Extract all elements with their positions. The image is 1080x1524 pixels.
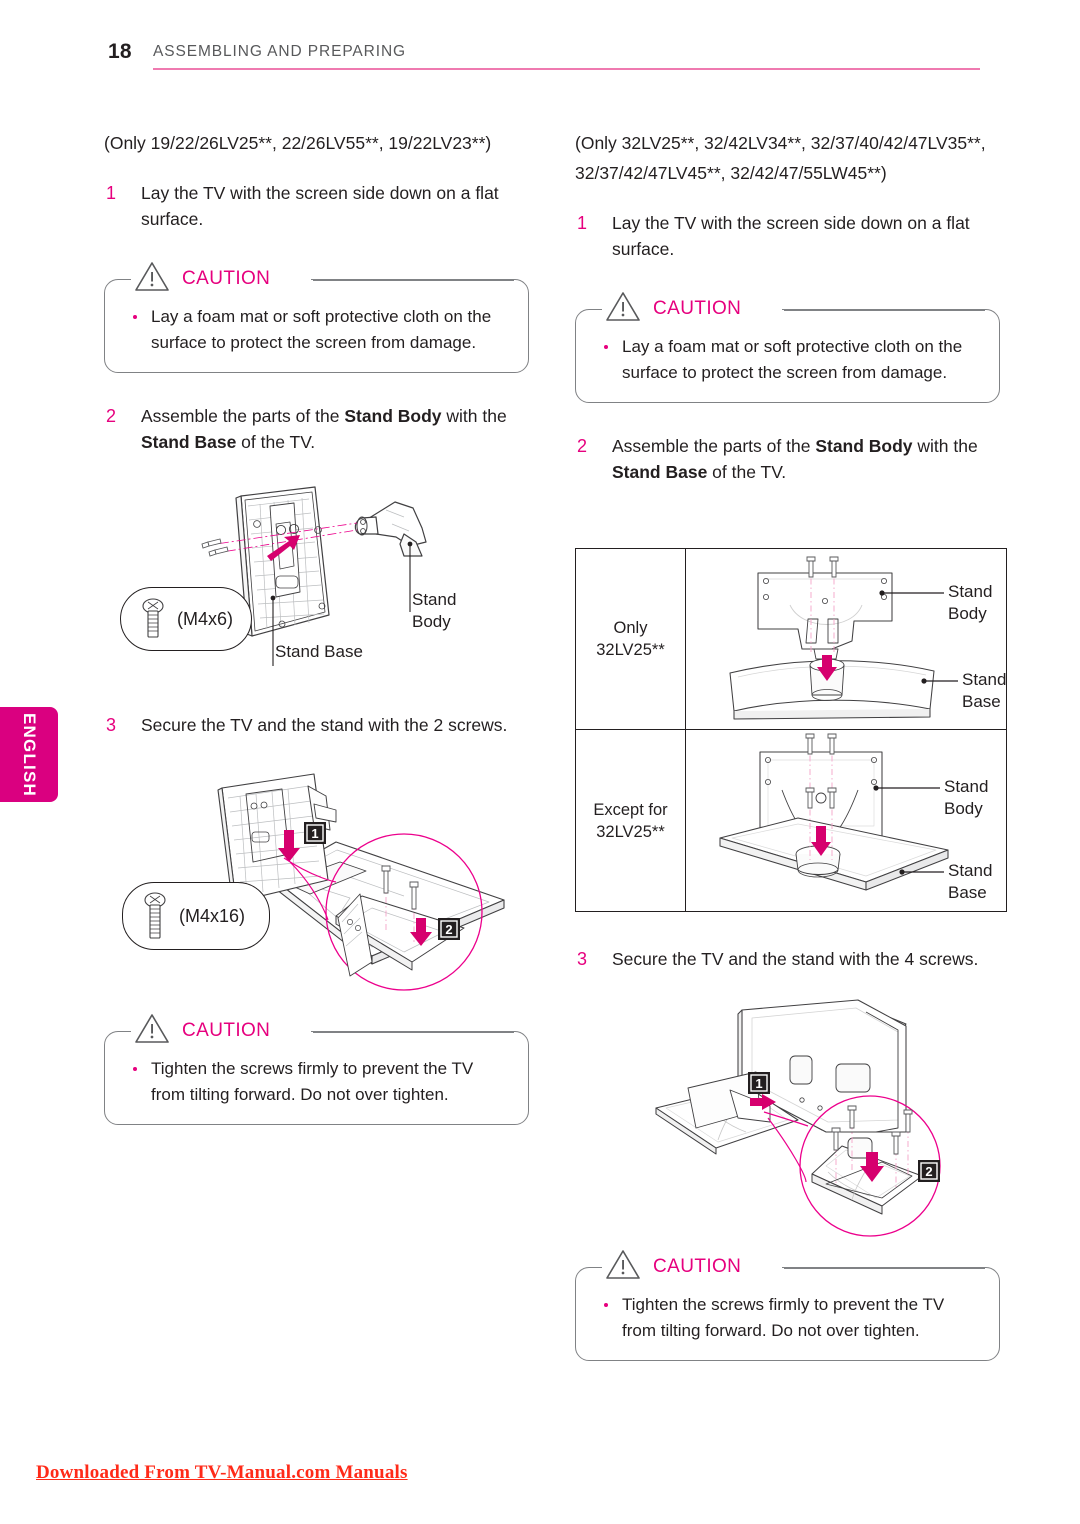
screw-icon (142, 598, 164, 638)
right-caution-top: CAUTION Lay a foam mat or soft protectiv… (575, 292, 1000, 403)
right-step-2-text-middle: with the (912, 436, 978, 456)
left-step-1-number: 1 (106, 183, 117, 203)
right-caution-bottom-bullet: Tighten the screws firmly to prevent the… (596, 1292, 981, 1344)
right-caution-top-bullet: Lay a foam mat or soft protective cloth … (596, 334, 981, 386)
left-figure-secure: 1 2 (M4x16) (104, 770, 534, 991)
warning-triangle-icon (606, 292, 640, 321)
left-step-2-bold-stand-base: Stand Base (141, 432, 237, 452)
left-step-2-number: 2 (106, 406, 117, 426)
right-figure-secure: 1 2 (630, 990, 1030, 1240)
right-caution-bottom: CAUTION Tighten the screws firmly to pre… (575, 1250, 1000, 1361)
marker-1-badge: 1 (748, 1072, 770, 1094)
marker-2-badge: 2 (918, 1160, 940, 1182)
left-caution-top-head: CAUTION (104, 262, 529, 294)
table-row-0-label-stand-body: Stand Body (948, 582, 993, 623)
left-caution-top-label: CAUTION (180, 268, 279, 290)
page-title: ASSEMBLING AND PREPARING (153, 43, 407, 60)
left-step-2-text-before: Assemble the parts of the (141, 406, 345, 426)
svg-text:1: 1 (311, 826, 318, 841)
left-column: (Only 19/22/26LV25**, 22/26LV55**, 19/22… (104, 128, 529, 455)
marker-2-badge: 2 (438, 918, 460, 940)
right-step-2-text-before: Assemble the parts of the (612, 436, 816, 456)
stand-assembly-curved-base (729, 556, 958, 720)
left-step-2-text-middle: with the (441, 406, 507, 426)
right-column: (Only 32LV25**, 32/42LV34**, 32/37/40/42… (575, 128, 1000, 485)
header-rule (153, 68, 980, 70)
left-step-3-number: 3 (106, 715, 117, 735)
right-step-2: 2 Assemble the parts of the Stand Body wi… (575, 433, 1000, 485)
right-step-3: 3 Secure the TV and the stand with the 4… (575, 946, 1037, 972)
left-caution-bottom-bullet: Tighten the screws firmly to prevent the… (125, 1056, 510, 1108)
secure-stand-illustration: 1 2 (217, 773, 505, 991)
left-step-2-text-after: of the TV. (236, 432, 316, 452)
table-row-figure-except-32lv25: Stand Body Stand Base (686, 730, 1006, 911)
left-label-stand-body: Stand Body (412, 590, 457, 631)
left-label-stand-base: Stand Base (275, 642, 363, 661)
table-row-label-only-32lv25: Only 32LV25** (576, 549, 686, 729)
page-number: 18 (108, 40, 132, 63)
screw-icon (144, 892, 166, 939)
right-caution-top-label: CAUTION (651, 298, 750, 320)
right-step-1: 1 Lay the TV with the screen side down o… (575, 210, 1000, 262)
right-step-2-number: 2 (577, 436, 588, 456)
right-step-2-bold-stand-body: Stand Body (815, 436, 913, 456)
secure-tv-stand-illustration: 1 2 (655, 999, 941, 1237)
left-caution-bottom: CAUTION Tighten the screws firmly to pre… (104, 1014, 529, 1125)
warning-triangle-icon (606, 1250, 640, 1279)
table-row-figure-only-32lv25: Stand Body Stand Base (686, 549, 1006, 729)
left-screw-spec-m4x16: (M4x16) (179, 905, 246, 926)
right-step-3-text: Secure the TV and the stand with the 4 s… (612, 949, 979, 969)
stand-variant-table: Only 32LV25** Stand Body Stand Base Exce… (575, 548, 1007, 912)
left-step-2-bold-stand-body: Stand Body (344, 406, 442, 426)
right-step-1-number: 1 (577, 213, 588, 233)
svg-text:2: 2 (925, 1164, 932, 1179)
footer-watermark: Downloaded From TV-Manual.com Manuals (36, 1462, 408, 1483)
right-step-2-bold-stand-base: Stand Base (612, 462, 708, 482)
left-step-3: 3 Secure the TV and the stand with the 2… (104, 712, 566, 738)
left-step-1-text: Lay the TV with the screen side down on … (141, 183, 499, 229)
left-caution-bottom-label: CAUTION (180, 1020, 279, 1042)
table-row-1-label-stand-base: Stand Base (948, 861, 993, 902)
left-step-3-text: Secure the TV and the stand with the 2 s… (141, 715, 508, 735)
left-step-2: 2 Assemble the parts of the Stand Body wi… (104, 403, 529, 455)
right-caution-top-head: CAUTION (575, 292, 1000, 324)
page-header: 18 ASSEMBLING AND PREPARING (108, 40, 980, 80)
table-row-1-label-stand-body: Stand Body (944, 777, 989, 818)
left-figure-stand-assembly: Stand Base Stand Body (M4x6) (104, 484, 534, 679)
marker-1-badge: 1 (304, 822, 326, 844)
right-step-3-number: 3 (577, 949, 588, 969)
table-row: Except for 32LV25** Stand Body Stand Bas… (576, 730, 1006, 911)
right-step-2-text-after: of the TV. (707, 462, 787, 482)
right-caution-bottom-head: CAUTION (575, 1250, 1000, 1282)
table-row: Only 32LV25** Stand Body Stand Base (576, 549, 1006, 730)
svg-text:1: 1 (755, 1076, 762, 1091)
right-step-1-text: Lay the TV with the screen side down on … (612, 213, 970, 259)
warning-triangle-icon (135, 1014, 169, 1043)
left-model-list: (Only 19/22/26LV25**, 22/26LV55**, 19/22… (104, 133, 492, 153)
table-row-label-except-32lv25: Except for 32LV25** (576, 730, 686, 911)
table-row-0-label-stand-base: Stand Base (962, 670, 1007, 711)
language-tab-english: ENGLISH (0, 707, 58, 802)
language-tab-label: ENGLISH (20, 712, 39, 797)
svg-text:2: 2 (445, 922, 452, 937)
warning-triangle-icon (135, 262, 169, 291)
left-caution-top-bullet: Lay a foam mat or soft protective cloth … (125, 304, 510, 356)
left-screw-spec-m4x6: (M4x6) (177, 608, 234, 629)
left-caution-bottom-head: CAUTION (104, 1014, 529, 1046)
left-caution-top: CAUTION Lay a foam mat or soft protectiv… (104, 262, 529, 373)
left-screw-callout-m4x16: (M4x16) (122, 882, 270, 950)
left-step-1: 1 Lay the TV with the screen side down o… (104, 180, 529, 232)
left-screw-callout-m4x6: (M4x6) (120, 587, 252, 651)
right-caution-bottom-label: CAUTION (651, 1256, 750, 1278)
right-model-list: (Only 32LV25**, 32/42LV34**, 32/37/40/42… (575, 133, 986, 183)
